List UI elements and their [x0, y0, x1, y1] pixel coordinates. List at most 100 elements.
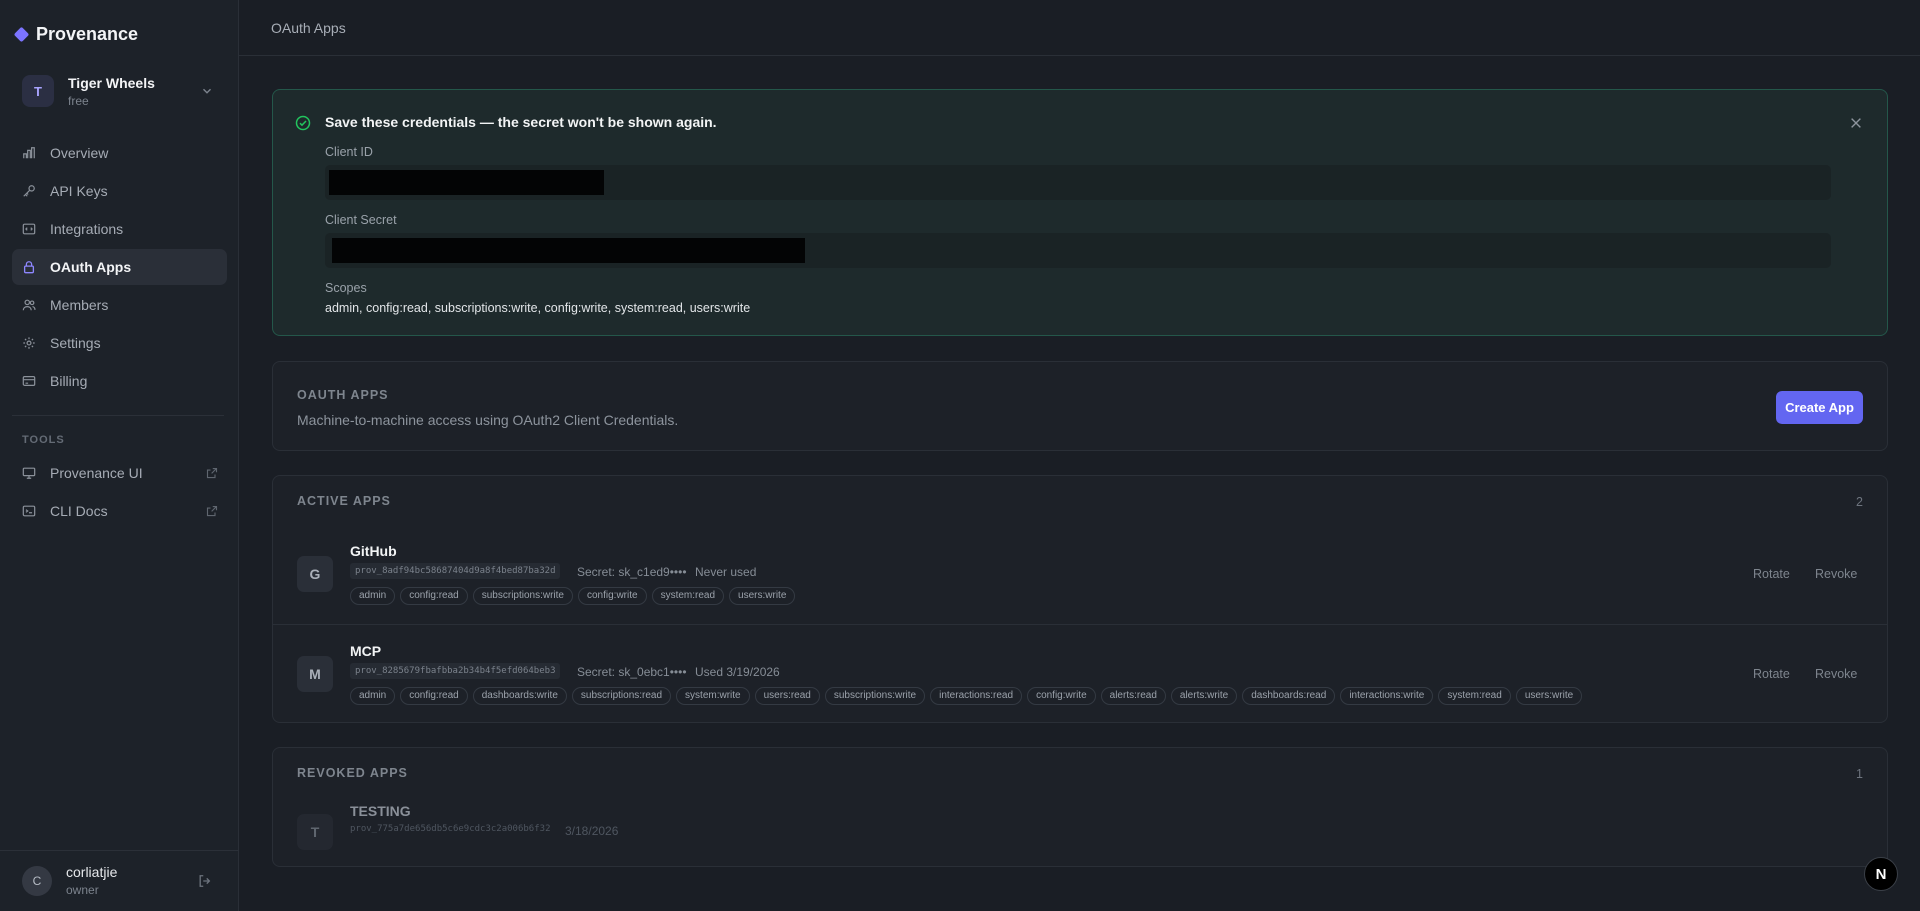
- app-row-mcp: M MCP prov_8285679fbafbba2b34b4f5efd064b…: [273, 624, 1887, 723]
- logout-icon[interactable]: [198, 874, 212, 888]
- scope-chip: subscriptions:read: [571, 687, 672, 705]
- secret-prefix: Secret: sk_0ebc1••••: [577, 665, 687, 679]
- scope-chip: users:read: [754, 687, 820, 705]
- section-heading: REVOKED APPS: [297, 766, 408, 780]
- nav-label: Settings: [50, 335, 101, 351]
- diamond-logo-icon: [13, 26, 30, 43]
- scope-chip: config:read: [400, 687, 468, 705]
- external-link-icon: [206, 505, 218, 517]
- topbar: OAuth Apps: [239, 0, 1920, 56]
- nav-label: Integrations: [50, 221, 124, 237]
- scope-chip: config:write: [1027, 687, 1096, 705]
- nav-item-integrations[interactable]: Integrations: [12, 211, 227, 247]
- active-apps-card: ACTIVE APPS 2 G GitHub prov_8adf94bc5868…: [272, 475, 1888, 723]
- redacted-block: [329, 170, 604, 195]
- client-id-badge: prov_775a7de656db5c6e9cdc3c2a006b6f32: [350, 824, 551, 834]
- scope-chip: alerts:read: [1100, 687, 1166, 705]
- section-heading: OAUTH APPS: [297, 388, 389, 402]
- scope-list: admin config:read subscriptions:write co…: [350, 587, 796, 605]
- user-profile[interactable]: C corliatjie owner: [22, 864, 117, 897]
- tool-label: Provenance UI: [50, 465, 143, 481]
- org-avatar: T: [22, 75, 54, 107]
- nav-item-settings[interactable]: Settings: [12, 325, 227, 361]
- rotate-button[interactable]: Rotate: [1753, 567, 1790, 581]
- usage-status: Used 3/19/2026: [695, 665, 780, 679]
- revoked-apps-card: REVOKED APPS 1 T TESTING prov_775a7de656…: [272, 747, 1888, 867]
- nav-item-overview[interactable]: Overview: [12, 135, 227, 171]
- scope-chip: interactions:write: [1340, 687, 1434, 705]
- user-role: owner: [66, 883, 99, 897]
- scope-chip: system:read: [651, 587, 725, 605]
- nav-label: Billing: [50, 373, 88, 389]
- tool-item-cli-docs[interactable]: CLI Docs: [12, 493, 227, 529]
- scopes-value: admin, config:read, subscriptions:write,…: [325, 301, 751, 315]
- next-dev-badge[interactable]: N: [1864, 857, 1898, 891]
- scope-chip: config:write: [578, 587, 647, 605]
- scope-chip: users:write: [1515, 687, 1583, 705]
- active-count: 2: [1856, 495, 1863, 509]
- gear-icon: [21, 335, 37, 351]
- client-secret-label: Client Secret: [325, 213, 397, 227]
- scope-chip: users:write: [729, 587, 796, 605]
- tools-nav: Provenance UI CLI Docs: [12, 455, 227, 531]
- scope-chip: dashboards:write: [472, 687, 567, 705]
- credentials-warning: Save these credentials — the secret won'…: [325, 114, 717, 130]
- section-heading: ACTIVE APPS: [297, 494, 391, 508]
- org-plan: free: [68, 93, 89, 108]
- scope-chip: system:read: [1438, 687, 1511, 705]
- nav-item-oauth-apps[interactable]: OAuth Apps: [12, 249, 227, 285]
- org-name: Tiger Wheels: [68, 74, 155, 91]
- redacted-block: [332, 238, 805, 263]
- avatar: C: [22, 865, 52, 896]
- app-avatar: M: [297, 656, 333, 692]
- nav-item-billing[interactable]: Billing: [12, 363, 227, 399]
- lock-icon: [21, 259, 37, 275]
- rotate-button[interactable]: Rotate: [1753, 667, 1790, 681]
- nav-item-api-keys[interactable]: API Keys: [12, 173, 227, 209]
- nav-item-members[interactable]: Members: [12, 287, 227, 323]
- client-id-badge[interactable]: prov_8adf94bc58687404d9a8f4bed87ba32d: [350, 563, 561, 579]
- client-id-badge[interactable]: prov_8285679fbafbba2b34b4f5efd064beb3: [350, 663, 561, 679]
- secret-prefix: Secret: sk_c1ed9••••: [577, 565, 687, 579]
- app-row-testing: T TESTING prov_775a7de656db5c6e9cdc3c2a0…: [273, 797, 1887, 896]
- credentials-banner: Save these credentials — the secret won'…: [272, 89, 1888, 336]
- scope-chip: interactions:read: [930, 687, 1023, 705]
- usage-status: Never used: [695, 565, 757, 579]
- app-name: TESTING: [350, 803, 411, 819]
- sidebar: Provenance T Tiger Wheels free Overview …: [0, 0, 239, 911]
- scope-chip: admin: [350, 587, 396, 605]
- app-avatar: T: [297, 814, 333, 850]
- external-link-icon: [206, 467, 218, 479]
- scope-chip: config:read: [400, 587, 468, 605]
- org-switcher[interactable]: T Tiger Wheels free: [12, 66, 224, 116]
- client-id-field[interactable]: [325, 165, 1831, 200]
- nav-label: Overview: [50, 145, 109, 161]
- create-app-button[interactable]: Create App: [1776, 391, 1863, 424]
- app-name: MCP: [350, 643, 382, 659]
- scope-chip: admin: [350, 687, 396, 705]
- app-name: GitHub: [350, 543, 397, 559]
- revoke-button[interactable]: Revoke: [1815, 567, 1857, 581]
- divider: [12, 415, 224, 416]
- brand[interactable]: Provenance: [13, 24, 139, 45]
- revoke-button[interactable]: Revoke: [1815, 667, 1857, 681]
- monitor-icon: [21, 465, 37, 481]
- divider: [0, 850, 239, 851]
- close-icon[interactable]: [1849, 116, 1863, 130]
- oauth-apps-card: OAUTH APPS Machine-to-machine access usi…: [272, 361, 1888, 451]
- page-title: OAuth Apps: [271, 20, 346, 36]
- scope-chip: dashboards:read: [1242, 687, 1336, 705]
- bar-chart-icon: [21, 145, 37, 161]
- tool-label: CLI Docs: [50, 503, 108, 519]
- nav-label: Members: [50, 297, 109, 313]
- tool-item-provenance-ui[interactable]: Provenance UI: [12, 455, 227, 491]
- brand-name: Provenance: [36, 24, 139, 44]
- revoked-count: 1: [1856, 767, 1863, 781]
- nav-label: OAuth Apps: [50, 259, 132, 275]
- client-secret-field[interactable]: [325, 233, 1831, 268]
- section-description: Machine-to-machine access using OAuth2 C…: [297, 412, 679, 428]
- code-icon: [21, 221, 37, 237]
- user-name: corliatjie: [66, 864, 118, 880]
- app-avatar: G: [297, 556, 333, 592]
- users-icon: [21, 297, 37, 313]
